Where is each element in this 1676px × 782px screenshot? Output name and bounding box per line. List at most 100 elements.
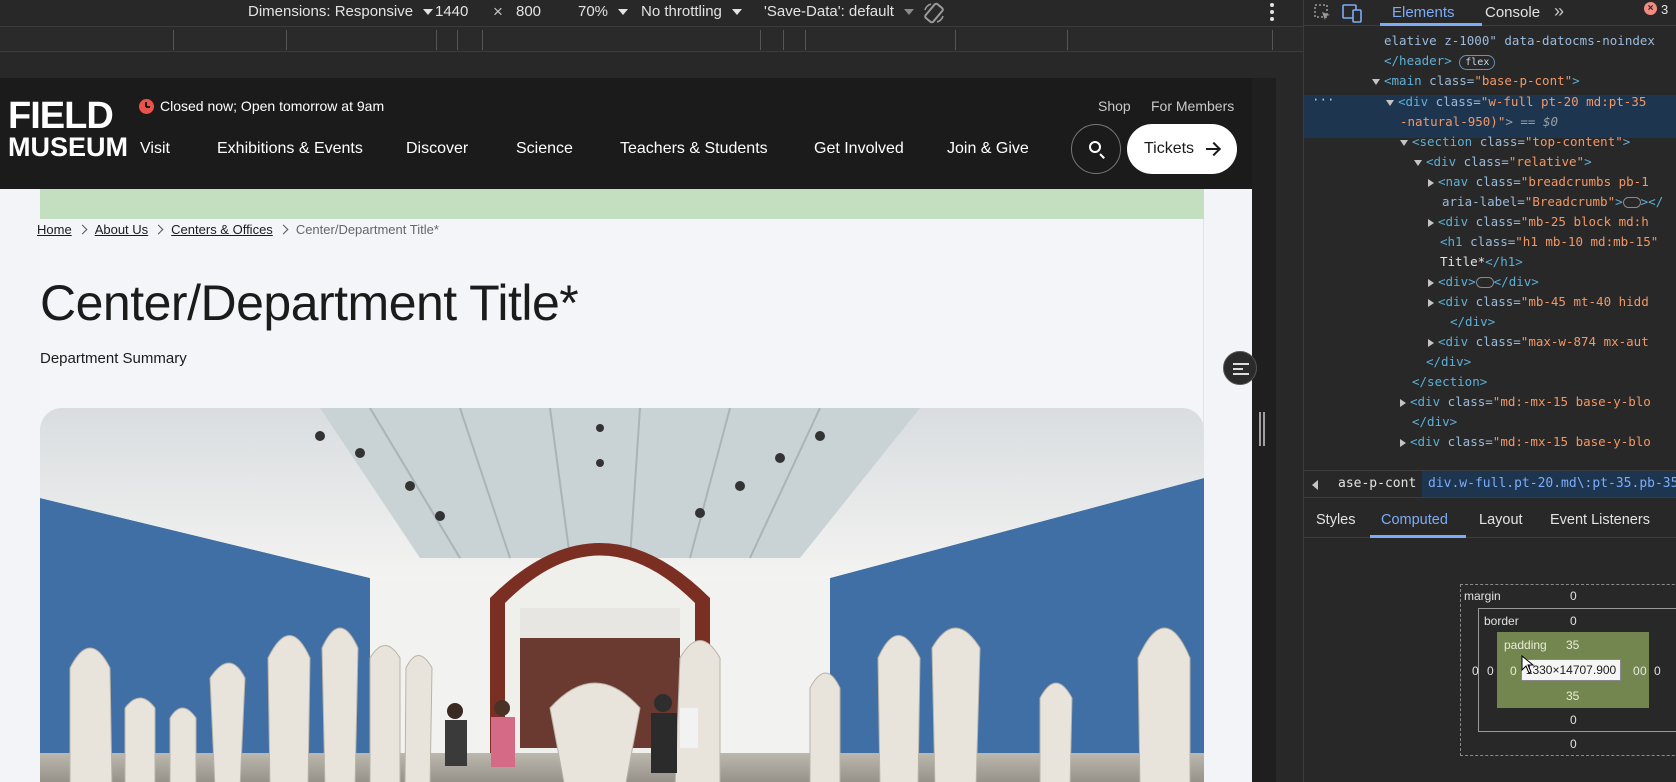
dom-line[interactable]: <div> </div> xyxy=(1428,271,1539,292)
active-subtab-indicator xyxy=(1370,535,1466,538)
border-bottom-value[interactable]: 0 xyxy=(1570,713,1577,727)
breadcrumb-about-us[interactable]: About Us xyxy=(95,222,148,237)
dom-tag: <div xyxy=(1438,334,1469,349)
device-toggle-icon[interactable] xyxy=(1342,3,1364,23)
dom-line[interactable]: elative z-1000" data-datocms-noindex xyxy=(1384,30,1655,51)
nav-visit[interactable]: Visit xyxy=(140,140,170,158)
border-top-value[interactable]: 0 xyxy=(1570,614,1577,628)
border-right-value[interactable]: 0 xyxy=(1640,664,1647,678)
dom-line[interactable]: aria-label="Breadcrumb"> ></ xyxy=(1442,191,1663,212)
nav-science[interactable]: Science xyxy=(516,140,573,158)
dom-line[interactable]: </section> xyxy=(1412,371,1487,392)
dom-tag: <nav xyxy=(1438,174,1469,189)
tab-elements[interactable]: Elements xyxy=(1392,4,1455,21)
collapse-triangle-icon[interactable] xyxy=(1428,298,1434,307)
dom-tag: ></ xyxy=(1640,194,1664,209)
breadcrumb-home[interactable]: Home xyxy=(37,222,72,237)
tab-layout[interactable]: Layout xyxy=(1479,512,1523,528)
nav-get-involved[interactable]: Get Involved xyxy=(814,140,904,158)
dom-line[interactable]: </header> flex xyxy=(1384,50,1496,71)
throttling-dropdown[interactable]: No throttling xyxy=(641,3,742,20)
dom-line[interactable]: </div> xyxy=(1412,411,1457,432)
collapse-triangle-icon[interactable] xyxy=(1428,218,1434,227)
dom-line[interactable]: <div class="mb-45 mt-40 hidd xyxy=(1428,291,1649,312)
search-button[interactable] xyxy=(1071,124,1121,174)
dom-line[interactable]: <section class="top-content"> xyxy=(1400,131,1630,152)
dom-line[interactable]: <h1 class="h1 mb-10 md:mb-15" xyxy=(1440,231,1658,252)
dom-line[interactable]: -natural-950)"> == $0 xyxy=(1400,111,1558,132)
hours-status[interactable]: Closed now; Open tomorrow at 9am xyxy=(139,98,384,114)
collapse-triangle-icon[interactable] xyxy=(1428,178,1434,187)
dom-line[interactable]: <nav class="breadcrumbs pb-1 xyxy=(1428,171,1649,192)
shop-link[interactable]: Shop xyxy=(1098,98,1131,114)
tab-computed[interactable]: Computed xyxy=(1381,512,1448,528)
dimensions-dropdown[interactable]: Dimensions: Responsive xyxy=(248,3,434,20)
margin-right-value[interactable]: 0 xyxy=(1654,664,1661,678)
border-left-value[interactable]: 0 xyxy=(1487,664,1494,678)
expand-triangle-icon[interactable] xyxy=(1400,139,1408,146)
dom-line[interactable]: <div class="relative"> xyxy=(1414,151,1592,172)
tickets-button[interactable]: Tickets xyxy=(1127,124,1237,174)
collapse-triangle-icon[interactable] xyxy=(1400,438,1406,447)
rotate-button[interactable] xyxy=(922,1,946,25)
dom-line-more-icon[interactable]: ··· xyxy=(1312,89,1335,110)
collapse-triangle-icon[interactable] xyxy=(1400,398,1406,407)
width-value: 1440 xyxy=(435,3,469,20)
tab-styles[interactable]: Styles xyxy=(1316,512,1356,528)
nav-join-give[interactable]: Join & Give xyxy=(947,140,1029,158)
padding-top-value[interactable]: 35 xyxy=(1566,638,1579,652)
dom-line-selected[interactable]: <div class="w-full pt-20 md:pt-35 xyxy=(1386,91,1646,112)
dom-line[interactable]: <div class="md:-mx-15 base-y-blo xyxy=(1400,431,1651,452)
dom-line[interactable]: </div> xyxy=(1450,311,1495,332)
nav-teachers-students[interactable]: Teachers & Students xyxy=(620,140,768,158)
collapsed-children-icon[interactable] xyxy=(1475,277,1494,288)
tab-console[interactable]: Console xyxy=(1485,4,1540,21)
dom-line[interactable]: <div class="mb-25 block md:h xyxy=(1428,211,1649,232)
expand-triangle-icon[interactable] xyxy=(1386,99,1394,106)
padding-right-value[interactable]: 0 xyxy=(1633,664,1640,678)
resize-handle[interactable] xyxy=(1259,412,1265,446)
swap-dimensions-button[interactable]: × xyxy=(493,2,503,22)
zoom-dropdown[interactable]: 70% xyxy=(578,3,629,20)
width-input[interactable]: 1440 xyxy=(435,3,468,20)
box-model-content[interactable]: 1330×14707.900 xyxy=(1521,659,1621,681)
margin-top-value[interactable]: 0 xyxy=(1570,589,1577,603)
padding-left-value[interactable]: 0 xyxy=(1510,664,1517,678)
breadcrumb-centers-offices[interactable]: Centers & Offices xyxy=(171,222,273,237)
inspect-element-icon[interactable] xyxy=(1313,3,1333,23)
height-input[interactable]: 800 xyxy=(516,3,541,20)
hours-status-text: Closed now; Open tomorrow at 9am xyxy=(160,98,385,114)
collapse-triangle-icon[interactable] xyxy=(1428,278,1434,287)
save-data-dropdown[interactable]: 'Save-Data': default xyxy=(764,3,914,20)
dom-attr: class= xyxy=(1468,294,1521,309)
dom-line[interactable]: <div class="max-w-874 mx-aut xyxy=(1428,331,1649,352)
dom-value: "mb-25 block md:h xyxy=(1520,214,1649,229)
collapse-triangle-icon[interactable] xyxy=(1428,338,1434,347)
tickets-label: Tickets xyxy=(1143,140,1195,157)
dom-line[interactable]: </div> xyxy=(1426,351,1471,372)
padding-bottom-value[interactable]: 35 xyxy=(1566,689,1579,703)
margin-bottom-value[interactable]: 0 xyxy=(1570,737,1577,751)
nav-discover[interactable]: Discover xyxy=(406,140,468,158)
page-tools-icon[interactable] xyxy=(1223,351,1257,385)
dom-line[interactable]: <div class="md:-mx-15 base-y-blo xyxy=(1400,391,1651,412)
more-options-icon[interactable] xyxy=(1270,3,1276,21)
dom-line[interactable]: Title*</h1> xyxy=(1440,251,1523,272)
scroll-left-icon[interactable] xyxy=(1312,480,1318,490)
media-query-bar[interactable] xyxy=(0,26,1303,52)
for-members-link[interactable]: For Members xyxy=(1151,98,1234,114)
more-tabs-icon[interactable]: » xyxy=(1554,1,1564,22)
expand-triangle-icon[interactable] xyxy=(1414,159,1422,166)
collapsed-children-icon[interactable] xyxy=(1622,197,1641,208)
crumb-main[interactable]: ase-p-cont xyxy=(1338,476,1416,491)
dom-tag: <section xyxy=(1412,134,1473,149)
expand-triangle-icon[interactable] xyxy=(1372,78,1380,85)
nav-exhibitions-events[interactable]: Exhibitions & Events xyxy=(217,140,363,158)
field-museum-logo[interactable]: FIELD MUSEUM xyxy=(8,97,128,161)
crumb-selected[interactable]: div.w-full.pt-20.md\:pt-35.pb-35.text-V xyxy=(1422,471,1676,497)
flex-badge[interactable]: flex xyxy=(1459,55,1496,70)
error-icon[interactable]: × xyxy=(1644,2,1657,15)
dom-line[interactable]: <main class="base-p-cont"> xyxy=(1372,70,1580,91)
margin-left-value[interactable]: 0 xyxy=(1472,664,1479,678)
tab-event-listeners[interactable]: Event Listeners xyxy=(1550,512,1650,528)
